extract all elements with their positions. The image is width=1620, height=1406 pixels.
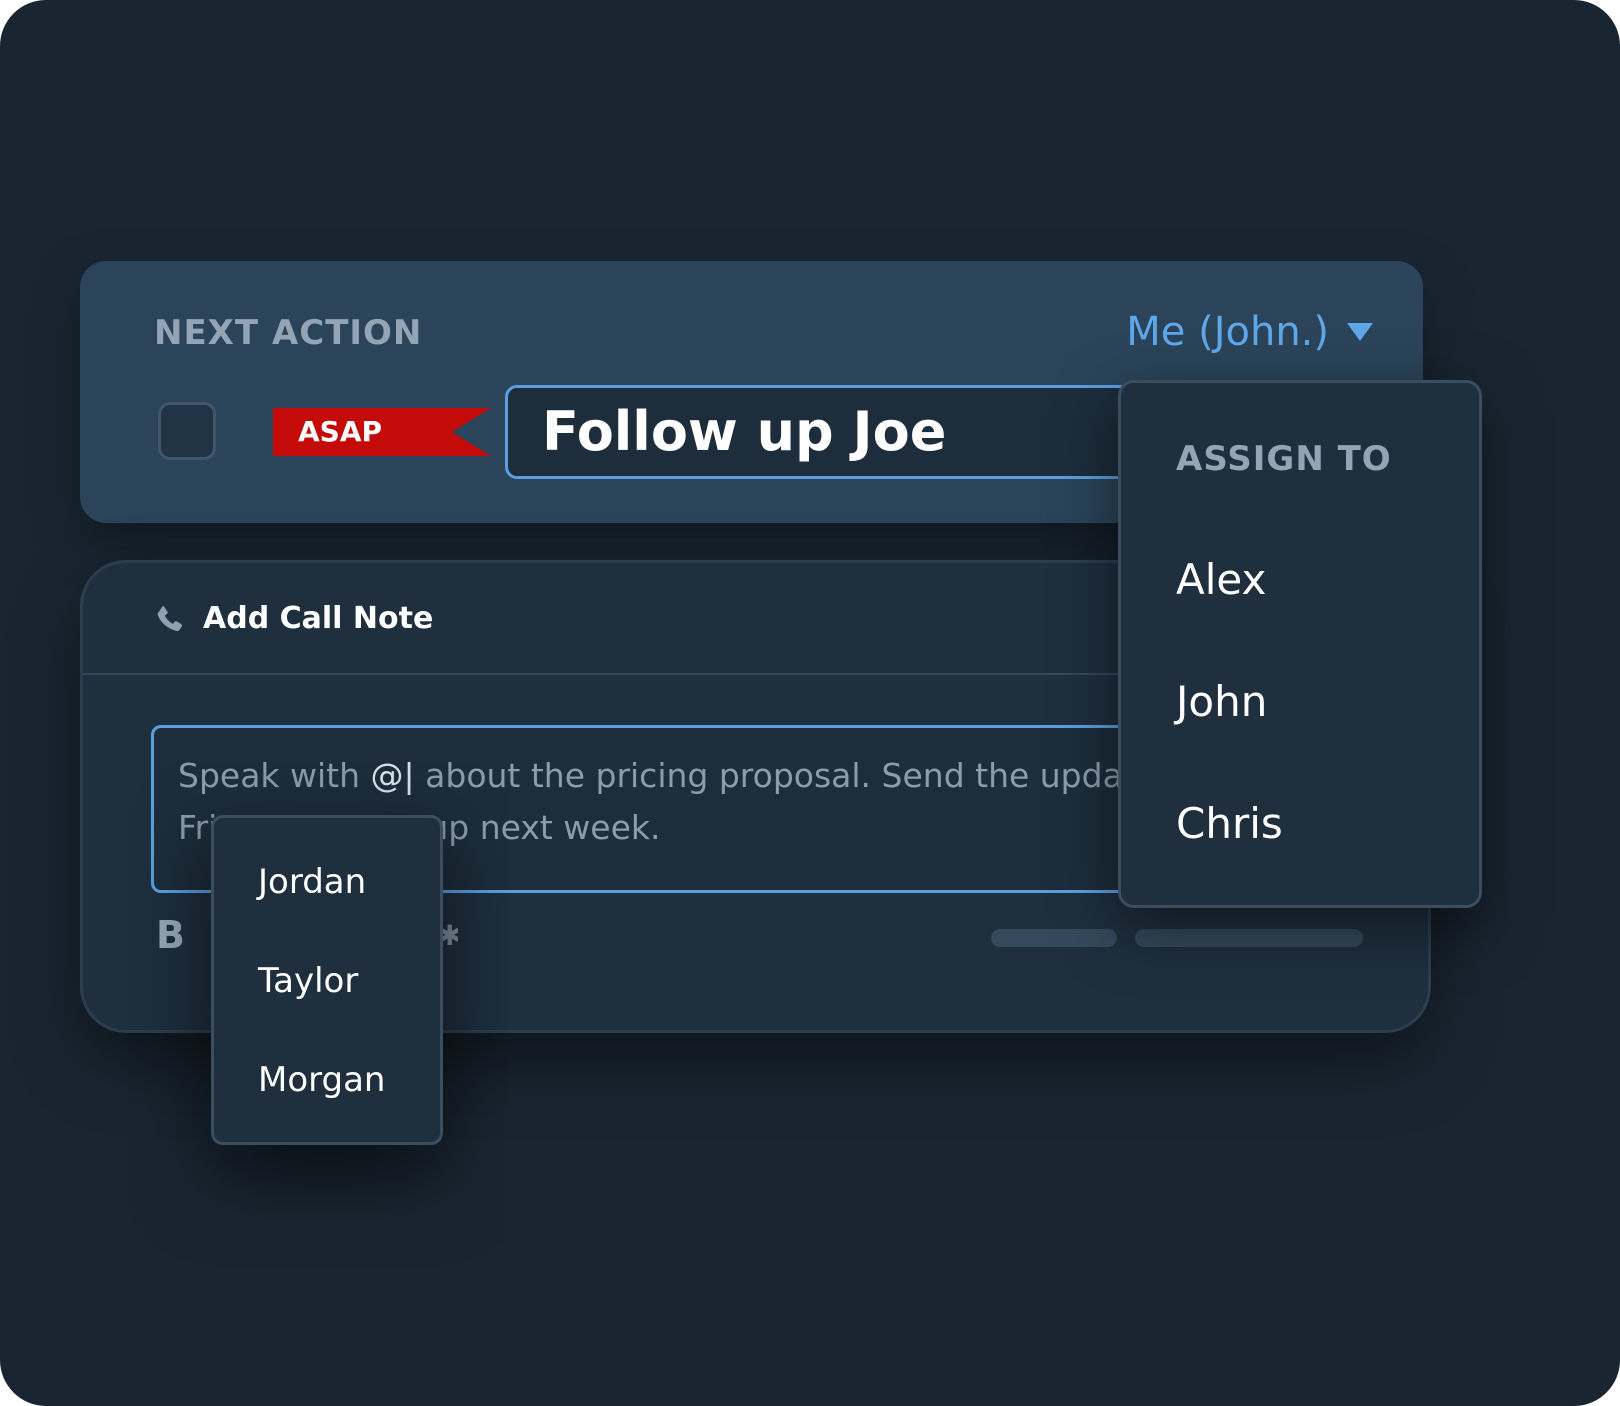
next-action-heading: NEXT ACTION [154, 313, 423, 353]
assign-to-menu: ASSIGN TO Alex John Chris [1118, 380, 1482, 908]
assign-option-chris[interactable]: Chris [1176, 799, 1283, 848]
complete-checkbox[interactable] [158, 402, 216, 460]
assignee-dropdown[interactable]: Me (John.) [1126, 309, 1373, 355]
mention-option-taylor[interactable]: Taylor [258, 961, 358, 1001]
note-text-part: about the pricing proposal. Send the upd… [414, 756, 1136, 795]
assignee-label: Me (John.) [1126, 309, 1329, 355]
app-canvas: NEXT ACTION Me (John.) ASAP Follow up Jo… [0, 0, 1620, 1406]
call-note-line-1: Speak with @| about the pricing proposal… [178, 750, 1254, 802]
placeholder-bar [991, 929, 1117, 947]
phone-icon [157, 606, 183, 632]
assign-to-heading: ASSIGN TO [1176, 439, 1392, 479]
assign-option-alex[interactable]: Alex [1176, 555, 1266, 604]
mention-option-morgan[interactable]: Morgan [258, 1060, 385, 1100]
call-note-title: Add Call Note [203, 601, 434, 636]
caret-down-icon [1347, 323, 1373, 341]
placeholder-bar [1135, 929, 1363, 947]
mention-option-jordan[interactable]: Jordan [258, 862, 366, 902]
note-text-part: Speak with [178, 756, 371, 795]
assign-option-john[interactable]: John [1176, 677, 1267, 726]
mention-trigger: @| [370, 756, 415, 795]
mention-menu: Jordan Taylor Morgan [211, 815, 443, 1145]
bold-button[interactable]: B [156, 913, 185, 957]
priority-tag[interactable]: ASAP [273, 408, 491, 456]
